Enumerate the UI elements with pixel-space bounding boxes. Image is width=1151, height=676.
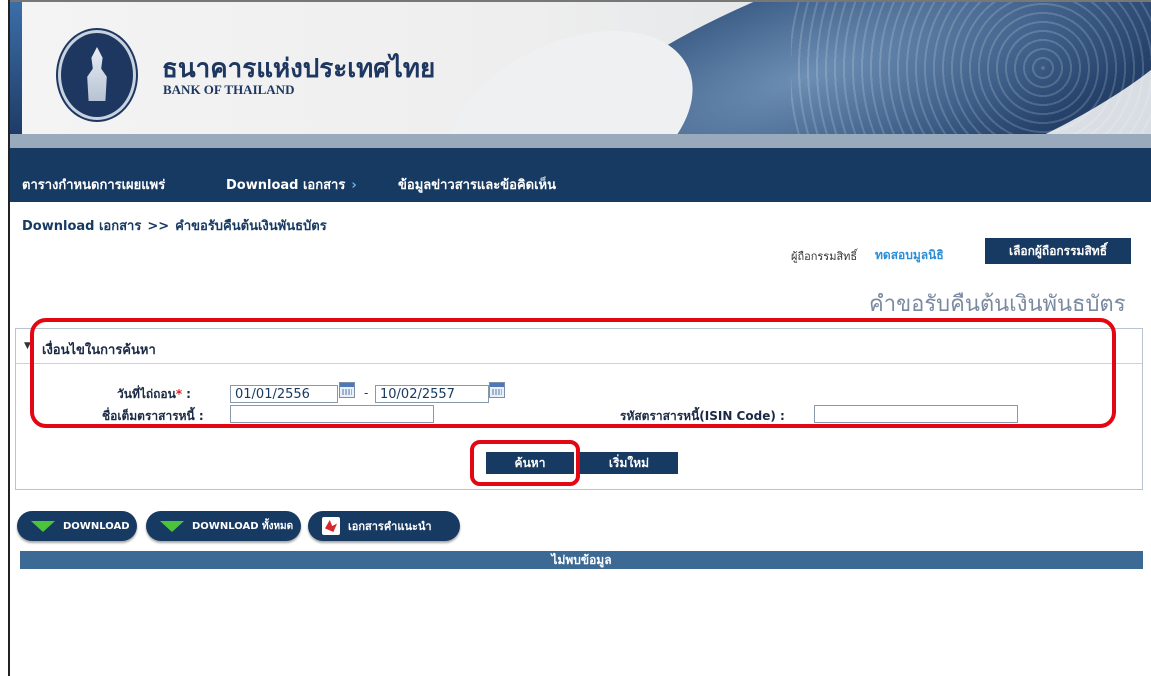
select-holder-button[interactable]: เลือกผู้ถือกรรมสิทธิ์ xyxy=(985,238,1131,264)
breadcrumb-root[interactable]: Download เอกสาร xyxy=(22,219,141,234)
pdf-icon xyxy=(322,517,340,535)
holder-name: ทดสอบมูลนิธิ xyxy=(875,248,944,262)
breadcrumb-current: คำขอรับคืนต้นเงินพันธบัตร xyxy=(175,219,327,234)
due-date-label-text: วันที่ไถ่ถอน xyxy=(117,387,176,401)
nav-item-label: ตารางกำหนดการเผยแพร่ xyxy=(22,178,166,193)
nav-item-download-documents[interactable]: Download เอกสาร › xyxy=(226,174,357,195)
breadcrumb-separator: >> xyxy=(147,219,170,234)
page-title: คำขอรับคืนต้นเงินพันธบัตร xyxy=(869,292,1126,317)
brand-name-english: BANK OF THAILAND xyxy=(163,82,295,97)
required-mark: * xyxy=(175,387,183,401)
bank-emblem-icon xyxy=(58,30,136,120)
main-navbar: ตารางกำหนดการเผยแพร่ Download เอกสาร › ข้… xyxy=(10,134,1151,202)
date-from-input[interactable] xyxy=(230,385,338,403)
guide-document-button[interactable]: เอกสารคำแนะนำ xyxy=(308,511,460,541)
chevron-right-icon: › xyxy=(351,178,357,193)
search-button[interactable]: ค้นหา xyxy=(486,452,574,474)
label-colon: : xyxy=(186,387,191,401)
download-arrow-icon xyxy=(31,520,55,532)
panel-header[interactable]: ▼ เงื่อนไขในการค้นหา xyxy=(16,329,1142,364)
isin-input[interactable] xyxy=(814,405,1018,423)
nav-item-news-feedback[interactable]: ข้อมูลข่าวสารและข้อคิดเห็น xyxy=(398,174,556,195)
results-empty-bar: ไม่พบข้อมูล xyxy=(20,551,1143,569)
isin-label: รหัสตราสารหนี้(ISIN Code) : xyxy=(620,409,785,423)
date-range-separator: - xyxy=(364,386,369,400)
calendar-icon[interactable] xyxy=(489,382,505,398)
banner-pattern-decoration xyxy=(791,2,1151,134)
date-to-input[interactable] xyxy=(375,385,489,403)
fullname-input[interactable] xyxy=(230,405,434,423)
guide-document-label: เอกสารคำแนะนำ xyxy=(348,520,432,533)
collapse-triangle-icon[interactable]: ▼ xyxy=(24,341,31,351)
download-all-label: DOWNLOAD ทั้งหมด xyxy=(192,520,294,532)
download-arrow-icon xyxy=(160,520,184,532)
download-button[interactable]: DOWNLOAD xyxy=(17,511,137,541)
reset-button[interactable]: เริ่มใหม่ xyxy=(580,452,678,474)
holder-label: ผู้ถือกรรมสิทธิ์ xyxy=(791,250,858,263)
nav-item-label: ข้อมูลข่าวสารและข้อคิดเห็น xyxy=(398,178,556,193)
download-all-button[interactable]: DOWNLOAD ทั้งหมด xyxy=(146,511,301,541)
header-banner: ธนาคารแห่งประเทศไทย BANK OF THAILAND xyxy=(10,2,1151,134)
banner-wave-highlight xyxy=(418,2,722,134)
nav-item-label: Download เอกสาร xyxy=(226,178,346,193)
due-date-label: วันที่ไถ่ถอน*: xyxy=(117,385,191,404)
calendar-icon[interactable] xyxy=(339,382,355,398)
download-label: DOWNLOAD xyxy=(63,520,130,532)
breadcrumb: Download เอกสาร >> คำขอรับคืนต้นเงินพันธบั… xyxy=(22,215,327,236)
panel-title: เงื่อนไขในการค้นหา xyxy=(42,343,156,358)
nav-item-publication-schedule[interactable]: ตารางกำหนดการเผยแพร่ xyxy=(22,174,165,195)
banner-stripe xyxy=(10,2,22,134)
fullname-label: ชื่อเต็มตราสารหนี้ : xyxy=(102,409,204,423)
